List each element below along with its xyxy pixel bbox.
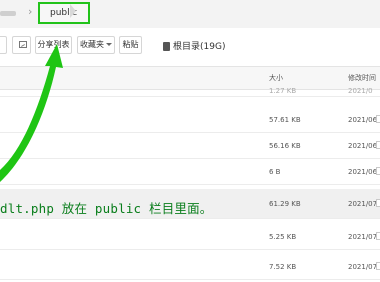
annotation-arrow-shape <box>0 44 63 182</box>
annotation-arrow <box>0 44 63 182</box>
